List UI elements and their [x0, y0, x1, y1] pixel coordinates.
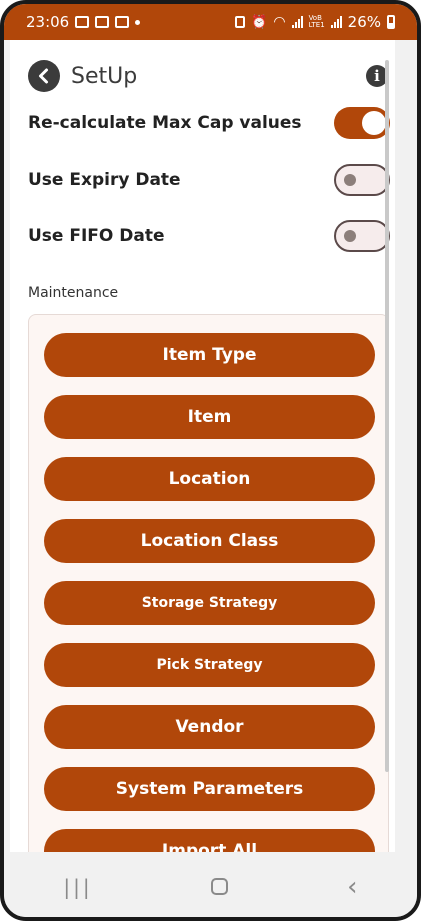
maintenance-section-label: Maintenance	[28, 285, 119, 301]
setting-label-use-fifo-date: Use FIFO Date	[28, 226, 165, 246]
import-all-button[interactable]: Import All	[44, 829, 375, 852]
status-right: ⏰ ◠ VoB LTE1 26%	[235, 13, 395, 31]
nav-back-icon[interactable]: ‹	[347, 872, 357, 902]
scrollbar[interactable]	[385, 60, 389, 772]
location-class-button[interactable]: Location Class	[44, 519, 375, 563]
back-arrow-icon	[39, 68, 48, 84]
info-icon: i	[374, 67, 380, 85]
home-icon[interactable]	[211, 878, 229, 895]
switch-knob	[344, 174, 356, 186]
status-time: 23:06	[26, 13, 70, 31]
pick-strategy-button[interactable]: Pick Strategy	[44, 643, 375, 687]
setup-screen: SetUp i Re-calculate Max Cap values Use …	[10, 40, 395, 852]
use-expiry-date-switch[interactable]	[334, 164, 390, 196]
system-parameters-button[interactable]: System Parameters	[44, 767, 375, 811]
setting-label-recalculate-max-cap: Re-calculate Max Cap values	[28, 113, 302, 133]
setting-row-use-fifo-date: Use FIFO Date	[28, 216, 390, 256]
battery-saver-icon	[235, 16, 246, 28]
notification-dot	[135, 19, 141, 25]
volte-label-bottom: LTE1	[308, 21, 325, 29]
battery-icon	[387, 15, 395, 29]
alarm-icon: ⏰	[251, 14, 268, 30]
setting-label-use-expiry-date: Use Expiry Date	[28, 170, 181, 190]
recalculate-max-cap-switch[interactable]	[334, 107, 390, 139]
phone-frame: 23:06 ⏰ ◠ VoB LTE1 26% SetUp i Re-calcul…	[0, 0, 421, 921]
page-header: SetUp i	[28, 60, 388, 92]
recents-icon[interactable]: |||	[63, 875, 92, 899]
setting-row-use-expiry-date: Use Expiry Date	[28, 160, 390, 200]
use-fifo-date-switch[interactable]	[334, 220, 390, 252]
page-title: SetUp	[71, 63, 138, 89]
volte-icon: VoB LTE1	[309, 15, 325, 29]
system-nav-bar: ||| ‹	[4, 852, 417, 917]
back-button[interactable]	[28, 60, 60, 92]
item-type-button[interactable]: Item Type	[44, 333, 375, 377]
item-button[interactable]: Item	[44, 395, 375, 439]
battery-percent: 26%	[347, 13, 381, 31]
location-button[interactable]: Location	[44, 457, 375, 501]
signal-icon	[330, 16, 342, 28]
switch-knob	[344, 230, 356, 242]
status-left: 23:06	[26, 13, 141, 31]
vendor-button[interactable]: Vendor	[44, 705, 375, 749]
mail-icon	[75, 16, 90, 28]
youtube-icon	[115, 16, 130, 28]
wifi-icon: ◠	[273, 14, 286, 30]
status-bar: 23:06 ⏰ ◠ VoB LTE1 26%	[4, 4, 417, 40]
maintenance-panel: Item Type Item Location Location Class S…	[28, 314, 389, 852]
signal-icon	[291, 16, 303, 28]
gallery-icon	[95, 16, 110, 28]
setting-row-recalculate-max-cap: Re-calculate Max Cap values	[28, 103, 390, 143]
switch-knob	[362, 111, 386, 135]
storage-strategy-button[interactable]: Storage Strategy	[44, 581, 375, 625]
